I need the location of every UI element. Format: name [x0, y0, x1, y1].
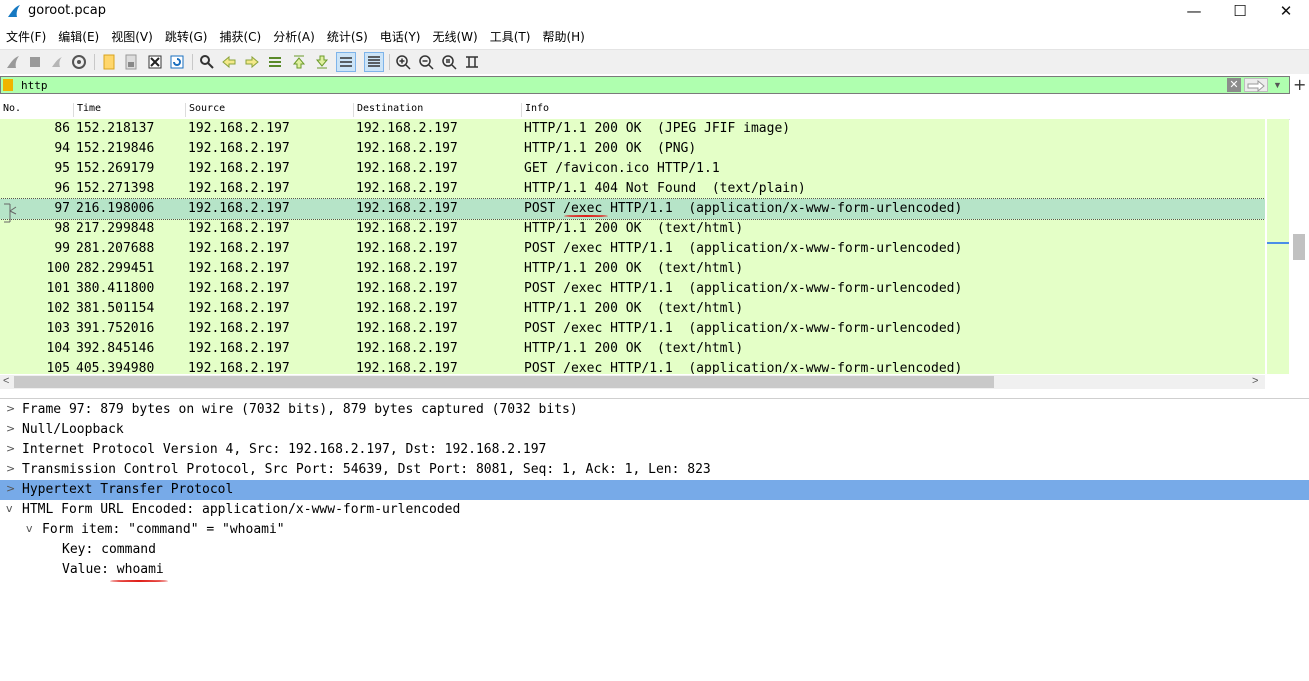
col-header-info[interactable]: Info	[521, 103, 549, 117]
auto-scroll-icon[interactable]	[336, 52, 356, 72]
open-file-icon[interactable]	[100, 53, 118, 71]
display-filter-bar: http ✕ ▼	[0, 76, 1290, 94]
menu-edit[interactable]: 编辑(E)	[52, 27, 105, 47]
maximize-button[interactable]: ☐	[1217, 0, 1263, 22]
chevron-down-icon[interactable]: v	[6, 502, 13, 515]
chevron-down-icon[interactable]: v	[26, 522, 33, 535]
go-first-packet-icon[interactable]	[290, 53, 308, 71]
col-header-time[interactable]: Time	[73, 103, 101, 117]
title-bar: goroot.pcap — ☐ ✕	[0, 0, 1309, 24]
stop-capture-icon[interactable]	[26, 53, 44, 71]
normal-size-icon[interactable]	[440, 53, 458, 71]
packet-row-selected[interactable]: 97 216.198006 192.168.2.197 192.168.2.197 PO…	[0, 198, 1265, 223]
go-back-icon[interactable]	[220, 53, 238, 71]
go-to-packet-icon[interactable]	[266, 53, 284, 71]
restart-capture-icon[interactable]	[48, 53, 66, 71]
hscroll-thumb[interactable]	[14, 376, 994, 388]
packet-row[interactable]: 86 152.218137 192.168.2.197 192.168.2.197 HT…	[0, 119, 1265, 139]
chevron-down-icon[interactable]: ▼	[1273, 80, 1282, 90]
detail-row-form-urlencoded[interactable]: v HTML Form URL Encoded: application/x-ww…	[0, 500, 1309, 520]
find-packet-icon[interactable]	[198, 53, 216, 71]
annotation-underline	[564, 215, 608, 217]
packet-row[interactable]: 99 281.207688 192.168.2.197 192.168.2.197 PO…	[0, 239, 1265, 259]
packet-row[interactable]: 105 405.394980 192.168.2.197 192.168.2.197 P…	[0, 359, 1265, 374]
apply-filter-button[interactable]	[1244, 78, 1268, 93]
packet-row[interactable]: 103 391.752016 192.168.2.197 192.168.2.197 P…	[0, 319, 1265, 339]
chevron-right-icon[interactable]: >	[6, 462, 15, 475]
packet-row[interactable]: 101 380.411800 192.168.2.197 192.168.2.197 P…	[0, 279, 1265, 299]
packet-row[interactable]: 95 152.269179 192.168.2.197 192.168.2.197 GE…	[0, 159, 1265, 179]
packet-rows: 86 152.218137 192.168.2.197 192.168.2.197 HT…	[0, 119, 1265, 374]
start-capture-icon[interactable]	[4, 53, 22, 71]
menu-bar: 文件(F) 编辑(E) 视图(V) 跳转(G) 捕获(C) 分析(A) 统计(S…	[0, 27, 1309, 47]
packet-list-header: No. Time Source Destination Info	[0, 99, 1290, 120]
minimize-button[interactable]: —	[1171, 0, 1217, 22]
save-file-icon[interactable]	[122, 53, 140, 71]
zoom-in-icon[interactable]	[394, 53, 412, 71]
minimap-selected-marker	[1267, 242, 1289, 244]
chevron-right-icon[interactable]: >	[6, 442, 15, 455]
detail-row-frame[interactable]: > Frame 97: 879 bytes on wire (7032 bits)…	[0, 400, 1309, 420]
clear-filter-icon[interactable]: ✕	[1227, 78, 1241, 92]
detail-row-key[interactable]: Key: command	[0, 540, 1309, 560]
reload-file-icon[interactable]	[168, 53, 186, 71]
detail-row-form-item[interactable]: v Form item: "command" = "whoami"	[0, 520, 1309, 540]
scroll-right-icon[interactable]: >	[1252, 375, 1258, 387]
close-button[interactable]: ✕	[1263, 0, 1309, 22]
vscroll-thumb[interactable]	[1293, 234, 1305, 260]
packet-row[interactable]: 104 392.845146 192.168.2.197 192.168.2.197 H…	[0, 339, 1265, 359]
annotation-underline	[110, 580, 168, 582]
packet-row[interactable]: 102 381.501154 192.168.2.197 192.168.2.197 H…	[0, 299, 1265, 319]
wireshark-fin-icon	[8, 5, 20, 17]
colorize-icon[interactable]	[364, 52, 384, 72]
detail-row-http-selected[interactable]: > Hypertext Transfer Protocol	[0, 480, 1309, 500]
detail-row-tcp[interactable]: > Transmission Control Protocol, Src Port…	[0, 460, 1309, 480]
go-last-packet-icon[interactable]	[313, 53, 331, 71]
detail-row-ipv4[interactable]: > Internet Protocol Version 4, Src: 192.1…	[0, 440, 1309, 460]
display-filter-input[interactable]: http	[21, 77, 48, 93]
packet-list: No. Time Source Destination Info 86 152.2…	[0, 99, 1309, 389]
arrow-right-icon	[1247, 79, 1265, 93]
packet-row[interactable]: 100 282.299451 192.168.2.197 192.168.2.197 H…	[0, 259, 1265, 279]
packet-minimap[interactable]	[1267, 119, 1289, 374]
menu-statistics[interactable]: 统计(S)	[321, 27, 374, 47]
menu-capture[interactable]: 捕获(C)	[213, 27, 267, 47]
col-header-destination[interactable]: Destination	[353, 103, 423, 117]
col-header-source[interactable]: Source	[185, 103, 225, 117]
menu-view[interactable]: 视图(V)	[105, 27, 159, 47]
menu-tools[interactable]: 工具(T)	[484, 27, 537, 47]
scroll-left-icon[interactable]: <	[3, 375, 9, 387]
menu-help[interactable]: 帮助(H)	[536, 27, 590, 47]
chevron-right-icon[interactable]: >	[6, 422, 15, 435]
detail-row-value[interactable]: Value: whoami	[0, 560, 1309, 582]
packet-row[interactable]: 98 217.299848 192.168.2.197 192.168.2.197 HT…	[0, 219, 1265, 239]
packet-row[interactable]: 94 152.219846 192.168.2.197 192.168.2.197 HT…	[0, 139, 1265, 159]
menu-telephony[interactable]: 电话(Y)	[374, 27, 427, 47]
chevron-right-icon[interactable]: >	[6, 482, 15, 495]
menu-file[interactable]: 文件(F)	[0, 27, 52, 47]
window-title: goroot.pcap	[28, 3, 107, 18]
main-toolbar	[0, 49, 1309, 74]
bookmark-icon[interactable]	[3, 79, 13, 91]
chevron-right-icon[interactable]: >	[6, 402, 15, 415]
close-file-icon[interactable]	[146, 53, 164, 71]
detail-row-null[interactable]: > Null/Loopback	[0, 420, 1309, 440]
capture-options-icon[interactable]	[70, 53, 88, 71]
go-forward-icon[interactable]	[243, 53, 261, 71]
menu-wireless[interactable]: 无线(W)	[427, 27, 484, 47]
packet-row[interactable]: 96 152.271398 192.168.2.197 192.168.2.197 HT…	[0, 179, 1265, 199]
zoom-out-icon[interactable]	[417, 53, 435, 71]
resize-columns-icon[interactable]	[463, 53, 481, 71]
menu-analyze[interactable]: 分析(A)	[267, 27, 321, 47]
menu-go[interactable]: 跳转(G)	[159, 27, 214, 47]
add-filter-button[interactable]: +	[1293, 75, 1306, 94]
packet-details: > Frame 97: 879 bytes on wire (7032 bits)…	[0, 398, 1309, 681]
col-header-no[interactable]: No.	[0, 103, 21, 117]
packet-list-hscroll[interactable]: < >	[0, 375, 1265, 389]
